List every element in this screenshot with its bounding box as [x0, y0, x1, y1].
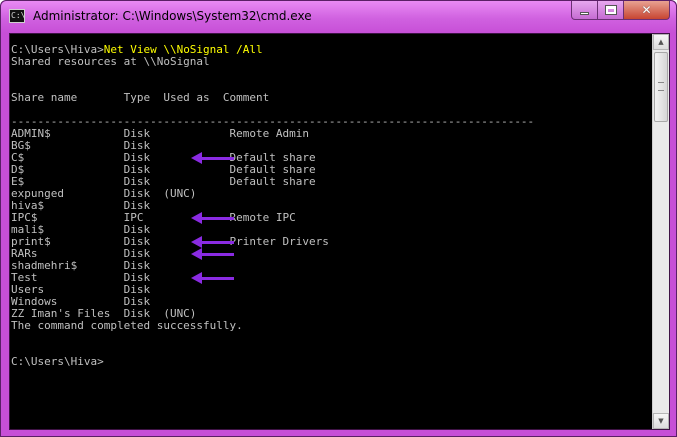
console-lines: C:\Users\Hiva>Net View \\NoSignal /All S…: [11, 44, 534, 368]
cmd-window: C:\ Administrator: C:\Windows\System32\c…: [0, 0, 677, 437]
highlight-arrow-icon: [191, 272, 234, 284]
highlight-arrow-icon: [191, 236, 234, 248]
completion-message: The command completed successfully.: [11, 319, 243, 332]
minimize-icon: [580, 11, 589, 15]
minimize-button[interactable]: [571, 1, 598, 20]
caption-buttons: ✕: [571, 1, 670, 20]
console-output[interactable]: C:\Users\Hiva>Net View \\NoSignal /All S…: [9, 33, 670, 430]
scroll-down-button[interactable]: ▼: [653, 413, 669, 429]
highlight-arrow-icon: [191, 248, 234, 260]
title-bar[interactable]: C:\ Administrator: C:\Windows\System32\c…: [1, 1, 676, 33]
column-headers: Share name Type Used as Comment: [11, 91, 270, 104]
shared-resources-header: Shared resources at \\NoSignal: [11, 55, 210, 68]
close-button[interactable]: ✕: [624, 1, 670, 20]
final-prompt: C:\Users\Hiva>: [11, 355, 104, 368]
vertical-scrollbar[interactable]: ▲ ▼: [652, 34, 669, 429]
cmd-app-icon[interactable]: C:\: [9, 9, 25, 23]
scroll-thumb[interactable]: [654, 52, 668, 122]
close-icon: ✕: [641, 3, 652, 17]
scroll-up-button[interactable]: ▲: [653, 34, 669, 50]
maximize-button[interactable]: [598, 1, 624, 20]
highlight-arrow-icon: [191, 152, 234, 164]
maximize-icon: [604, 5, 617, 15]
highlight-arrow-icon: [191, 212, 234, 224]
window-title: Administrator: C:\Windows\System32\cmd.e…: [33, 9, 312, 23]
